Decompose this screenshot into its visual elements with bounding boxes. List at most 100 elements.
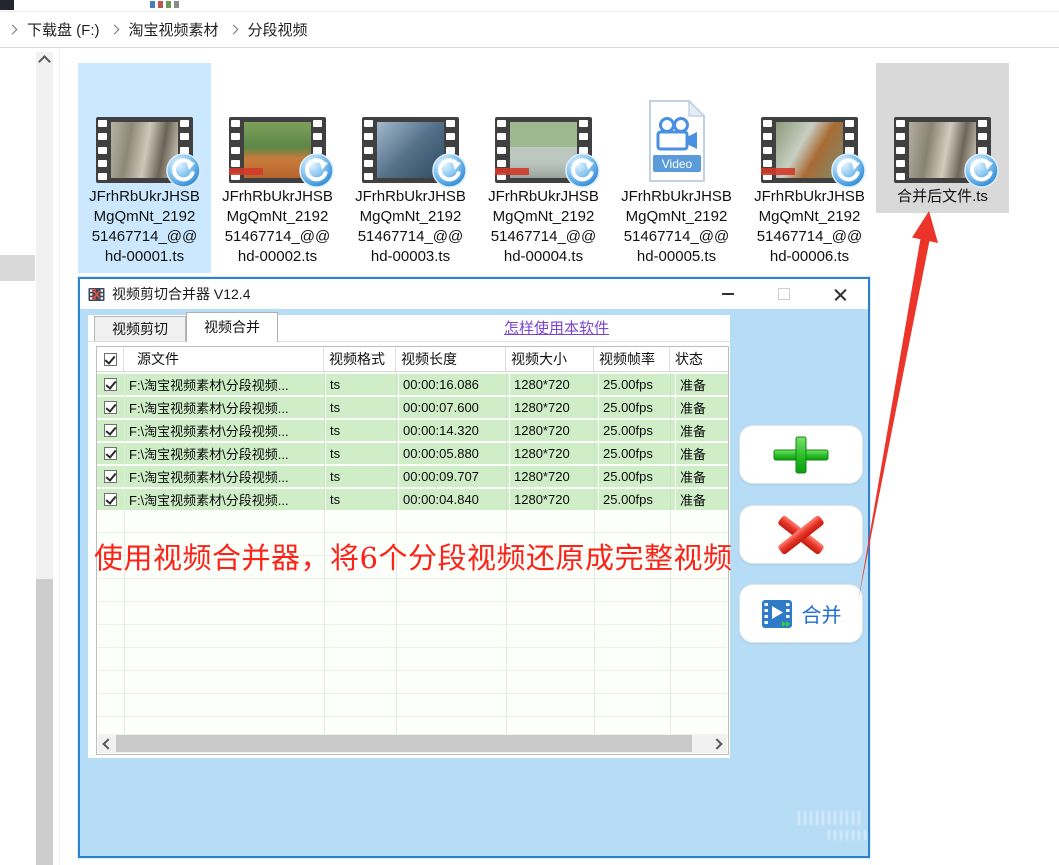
- column-header-source[interactable]: 源文件: [124, 347, 324, 371]
- select-all-checkbox[interactable]: [104, 353, 117, 366]
- maximize-button[interactable]: [756, 279, 812, 309]
- row-checkbox[interactable]: [104, 470, 117, 483]
- cell-format: ts: [326, 443, 398, 464]
- file-item[interactable]: JFrhRbUkrJHSBMgQmNt_219251467714_@@hd-00…: [211, 63, 344, 273]
- row-checkbox[interactable]: [104, 447, 117, 460]
- dialog-titlebar[interactable]: 视频剪切合并器 V12.4: [80, 279, 868, 309]
- file-item[interactable]: 合并后文件.ts: [876, 63, 1009, 213]
- thumbnail-caption-bar: [761, 168, 795, 175]
- cell-source: F:\淘宝视频素材\分段视频...: [125, 374, 325, 395]
- scroll-up-button[interactable]: [36, 52, 53, 68]
- merge-button-label: 合并: [802, 599, 842, 628]
- ribbon-strip: [0, 0, 1059, 12]
- shortcut-play-badge: [565, 153, 600, 188]
- film-holes: [98, 120, 109, 180]
- window-corner: [0, 0, 14, 10]
- file-icon-wrap: [495, 63, 592, 183]
- watermark: [828, 830, 866, 840]
- cell-fps: 25.00fps: [599, 397, 675, 418]
- file-item[interactable]: JFrhRbUkrJHSBMgQmNt_219251467714_@@hd-00…: [743, 63, 876, 273]
- cell-fps: 25.00fps: [599, 466, 675, 487]
- ribbon-icon: [166, 1, 171, 8]
- ribbon-icon: [150, 1, 155, 8]
- horizontal-scrollbar[interactable]: [98, 734, 727, 753]
- file-item[interactable]: Video JFrhRbUkrJHSBMgQmNt_219251467714_@…: [610, 63, 743, 273]
- file-icon-wrap: [362, 63, 459, 183]
- shortcut-play-badge: [831, 153, 866, 188]
- chevron-right-icon[interactable]: [8, 25, 18, 35]
- cell-size: 1280*720: [510, 374, 598, 395]
- scroll-left-button[interactable]: [98, 734, 115, 753]
- film-strip-icon: [894, 117, 991, 183]
- column-header-duration[interactable]: 视频长度: [396, 347, 506, 371]
- cell-format: ts: [326, 374, 398, 395]
- thumbnail-caption-bar: [495, 168, 529, 175]
- window-controls: [700, 279, 868, 309]
- film-strip-icon: [362, 117, 459, 183]
- cell-source: F:\淘宝视频素材\分段视频...: [125, 489, 325, 510]
- row-checkbox[interactable]: [104, 401, 117, 414]
- file-item[interactable]: JFrhRbUkrJHSBMgQmNt_219251467714_@@hd-00…: [78, 63, 211, 273]
- video-file-icon: Video: [645, 99, 709, 183]
- dialog-title: 视频剪切合并器 V12.4: [112, 284, 250, 304]
- file-label: JFrhRbUkrJHSBMgQmNt_219251467714_@@hd-00…: [222, 187, 333, 267]
- cell-source: F:\淘宝视频素材\分段视频...: [125, 466, 325, 487]
- cell-format: ts: [326, 420, 398, 441]
- table-row[interactable]: F:\淘宝视频素材\分段视频... ts 00:00:05.880 1280*7…: [97, 443, 728, 464]
- row-checkbox-cell: [97, 374, 124, 395]
- scrollbar-thumb[interactable]: [116, 735, 692, 752]
- cell-source: F:\淘宝视频素材\分段视频...: [125, 420, 325, 441]
- breadcrumb-item-subfolder[interactable]: 分段视频: [248, 19, 308, 40]
- scroll-right-button[interactable]: [710, 734, 727, 753]
- cell-format: ts: [326, 466, 398, 487]
- nav-scrollbar[interactable]: [36, 52, 53, 865]
- file-icon-wrap: [96, 63, 193, 183]
- dialog-window: 视频剪切合并器 V12.4 视频剪切 视频合并 怎样使用本软件 源文件 视频格式…: [78, 277, 870, 858]
- row-checkbox[interactable]: [104, 493, 117, 506]
- watermark: [798, 811, 860, 825]
- file-item[interactable]: JFrhRbUkrJHSBMgQmNt_219251467714_@@hd-00…: [344, 63, 477, 273]
- file-icon-wrap: Video: [645, 63, 709, 183]
- cell-format: ts: [326, 489, 398, 510]
- cell-duration: 00:00:05.880: [399, 443, 509, 464]
- row-checkbox[interactable]: [104, 424, 117, 437]
- column-header-status[interactable]: 状态: [670, 347, 728, 371]
- file-label: 合并后文件.ts: [897, 187, 988, 207]
- table-rows: F:\淘宝视频素材\分段视频... ts 00:00:16.086 1280*7…: [97, 374, 728, 510]
- film-strip-icon: [495, 117, 592, 183]
- tree-item-stub[interactable]: [0, 255, 35, 281]
- x-icon: [778, 514, 824, 556]
- file-item[interactable]: JFrhRbUkrJHSBMgQmNt_219251467714_@@hd-00…: [477, 63, 610, 273]
- help-link[interactable]: 怎样使用本软件: [504, 317, 609, 338]
- table-row[interactable]: F:\淘宝视频素材\分段视频... ts 00:00:09.707 1280*7…: [97, 466, 728, 487]
- cell-status: 准备: [676, 397, 728, 418]
- tab-video-cut[interactable]: 视频剪切: [94, 316, 186, 341]
- scrollbar-thumb[interactable]: [36, 579, 53, 865]
- shortcut-play-badge: [299, 153, 334, 188]
- column-header-fps[interactable]: 视频帧率: [594, 347, 670, 371]
- merge-button[interactable]: 合并: [739, 584, 863, 643]
- close-icon: [834, 288, 847, 301]
- merge-film-icon: [761, 598, 793, 630]
- tab-video-merge[interactable]: 视频合并: [186, 312, 278, 342]
- cell-duration: 00:00:07.600: [399, 397, 509, 418]
- cell-duration: 00:00:16.086: [399, 374, 509, 395]
- film-strip-icon: [229, 117, 326, 183]
- column-header-size[interactable]: 视频大小: [506, 347, 594, 371]
- table-row[interactable]: F:\淘宝视频素材\分段视频... ts 00:00:07.600 1280*7…: [97, 397, 728, 418]
- shortcut-play-badge: [964, 153, 999, 188]
- row-checkbox[interactable]: [104, 378, 117, 391]
- minimize-button[interactable]: [700, 279, 756, 309]
- column-header-format[interactable]: 视频格式: [324, 347, 396, 371]
- breadcrumb-item-folder[interactable]: 淘宝视频素材: [129, 19, 219, 40]
- add-button[interactable]: [739, 425, 863, 484]
- chevron-left-icon: [102, 738, 113, 749]
- breadcrumb-item-drive[interactable]: 下载盘 (F:): [27, 19, 100, 40]
- table-row[interactable]: F:\淘宝视频素材\分段视频... ts 00:00:14.320 1280*7…: [97, 420, 728, 441]
- row-checkbox-cell: [97, 397, 124, 418]
- file-label: JFrhRbUkrJHSBMgQmNt_219251467714_@@hd-00…: [89, 187, 200, 267]
- delete-button[interactable]: [739, 505, 863, 564]
- close-button[interactable]: [812, 279, 868, 309]
- table-row[interactable]: F:\淘宝视频素材\分段视频... ts 00:00:04.840 1280*7…: [97, 489, 728, 510]
- table-row[interactable]: F:\淘宝视频素材\分段视频... ts 00:00:16.086 1280*7…: [97, 374, 728, 395]
